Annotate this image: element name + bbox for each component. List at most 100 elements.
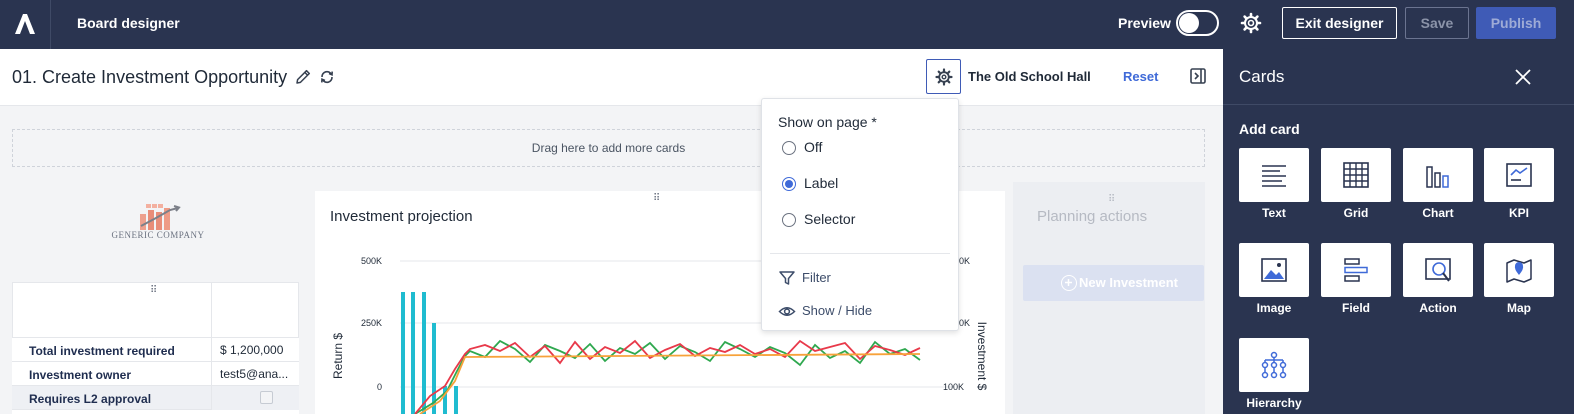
y-tick-label: 250K xyxy=(361,318,382,328)
reset-link[interactable]: Reset xyxy=(1123,69,1158,84)
radio-selector[interactable] xyxy=(782,213,796,227)
image-icon xyxy=(1261,258,1287,282)
action-card-tile[interactable] xyxy=(1403,243,1473,297)
card-drop-zone[interactable]: Drag here to add more cards xyxy=(12,129,1205,167)
top-bar: Board designer Preview Exit designer Sav… xyxy=(0,0,1574,49)
bar-chart-icon xyxy=(1426,166,1449,188)
row-value[interactable]: $ 1,200,000 xyxy=(211,338,299,362)
company-logo-image xyxy=(140,204,181,230)
y-tick-label: 0 xyxy=(377,382,382,392)
panel-title: Cards xyxy=(1239,67,1285,86)
cards-panel: Cards Add card Text Grid Chart KPI Image… xyxy=(1223,49,1574,414)
radio-label[interactable] xyxy=(782,177,796,191)
edit-pencil-icon[interactable] xyxy=(294,68,312,86)
show-hide-label: Show / Hide xyxy=(802,303,873,318)
filter-label: Filter xyxy=(802,270,831,285)
row-label: Investment owner xyxy=(29,368,132,382)
card-settings-button[interactable] xyxy=(926,59,961,94)
y2-tick-label: 0K xyxy=(959,256,970,266)
gear-icon xyxy=(935,68,953,86)
kpi-icon xyxy=(1506,163,1532,187)
y2-tick-label: 100K xyxy=(943,382,964,392)
planning-actions-title: Planning actions xyxy=(1037,208,1148,225)
option-label: Off xyxy=(804,139,823,155)
approval-checkbox[interactable] xyxy=(260,391,273,404)
y2-axis-label: Investment $ xyxy=(975,322,989,391)
page-title: 01. Create Investment Opportunity xyxy=(12,67,288,87)
add-card-heading: Add card xyxy=(1239,121,1300,137)
hierarchy-icon xyxy=(1261,351,1287,379)
eye-icon xyxy=(778,307,796,316)
bar xyxy=(411,292,415,414)
grid-divider xyxy=(211,283,212,339)
preview-label: Preview xyxy=(1118,15,1171,31)
publish-button[interactable]: Publish xyxy=(1476,7,1556,39)
tile-label: Action xyxy=(1419,301,1457,315)
table-row: Total investment required $ 1,200,000 xyxy=(12,338,299,362)
new-investment-button[interactable]: New Investment xyxy=(1023,265,1204,301)
logo-card[interactable]: GENERIC COMPANY xyxy=(12,190,299,267)
image-card-tile[interactable] xyxy=(1239,243,1309,297)
tile-label: Map xyxy=(1507,301,1531,315)
option-label: Selector xyxy=(804,211,856,227)
add-circle-icon xyxy=(1061,275,1077,291)
anaplan-logo-icon[interactable] xyxy=(12,12,38,36)
exit-designer-button[interactable]: Exit designer xyxy=(1282,7,1397,39)
row-value[interactable]: test5@ana... xyxy=(211,362,299,386)
grid-card[interactable]: ⠿ Total investment required $ 1,200,000 … xyxy=(12,282,299,414)
text-lines-icon xyxy=(1262,165,1286,187)
tile-label: Text xyxy=(1262,206,1286,220)
table-row: Investment owner test5@ana... xyxy=(12,362,299,386)
tile-label: KPI xyxy=(1508,206,1529,220)
location-label: The Old School Hall xyxy=(968,69,1091,84)
tile-label: Image xyxy=(1256,301,1292,315)
collapse-panel-icon[interactable] xyxy=(1189,67,1207,85)
kpi-card-tile[interactable] xyxy=(1484,148,1554,202)
tile-label: Field xyxy=(1341,301,1370,315)
bar xyxy=(401,292,405,414)
field-icon xyxy=(1344,258,1368,282)
toggle-knob xyxy=(1179,13,1199,33)
panel-divider xyxy=(1223,104,1574,105)
bar xyxy=(422,292,426,414)
row-label: Requires L2 approval xyxy=(29,392,152,406)
company-name: GENERIC COMPANY xyxy=(111,230,205,240)
popover-divider xyxy=(770,253,950,254)
bar xyxy=(454,386,458,414)
line-series-orange xyxy=(419,353,921,414)
radio-off[interactable] xyxy=(782,141,796,155)
line-series-green xyxy=(414,339,921,414)
text-card-tile[interactable] xyxy=(1239,148,1309,202)
settings-gear-icon[interactable] xyxy=(1240,12,1262,34)
save-button[interactable]: Save xyxy=(1405,7,1469,39)
filter-icon xyxy=(779,271,795,285)
grid-table-icon xyxy=(1343,162,1369,188)
drag-handle-icon[interactable]: ⠿ xyxy=(1108,195,1116,205)
row-value xyxy=(211,386,299,410)
page-header: 01. Create Investment Opportunity The Ol… xyxy=(0,49,1223,106)
y-axis-label: Return $ xyxy=(331,333,345,379)
y2-tick-label: 0K xyxy=(959,318,970,328)
field-card-tile[interactable] xyxy=(1321,243,1391,297)
app-title: Board designer xyxy=(77,15,180,31)
y-tick-label: 500K xyxy=(361,256,382,266)
table-row: Requires L2 approval xyxy=(12,386,299,410)
tile-label: Hierarchy xyxy=(1246,396,1302,410)
preview-toggle[interactable] xyxy=(1176,10,1219,36)
show-on-page-popover: Show on page * Off Label Selector Filter… xyxy=(761,98,959,331)
planning-actions-card[interactable]: ⠿ Planning actions New Investment xyxy=(1013,182,1205,414)
map-icon xyxy=(1506,259,1532,283)
drag-handle-icon[interactable]: ⠿ xyxy=(150,286,158,296)
chart-card-tile[interactable] xyxy=(1403,148,1473,202)
refresh-icon[interactable] xyxy=(318,68,336,86)
show-on-page-label: Show on page * xyxy=(778,114,877,130)
divider xyxy=(50,0,51,49)
map-card-tile[interactable] xyxy=(1484,243,1554,297)
grid-card-tile[interactable] xyxy=(1321,148,1391,202)
tile-label: Grid xyxy=(1343,206,1369,220)
action-icon xyxy=(1425,258,1451,282)
close-icon[interactable] xyxy=(1514,68,1532,86)
hierarchy-card-tile[interactable] xyxy=(1239,338,1309,392)
tile-label: Chart xyxy=(1422,206,1454,220)
new-investment-label: New Investment xyxy=(1079,275,1178,290)
